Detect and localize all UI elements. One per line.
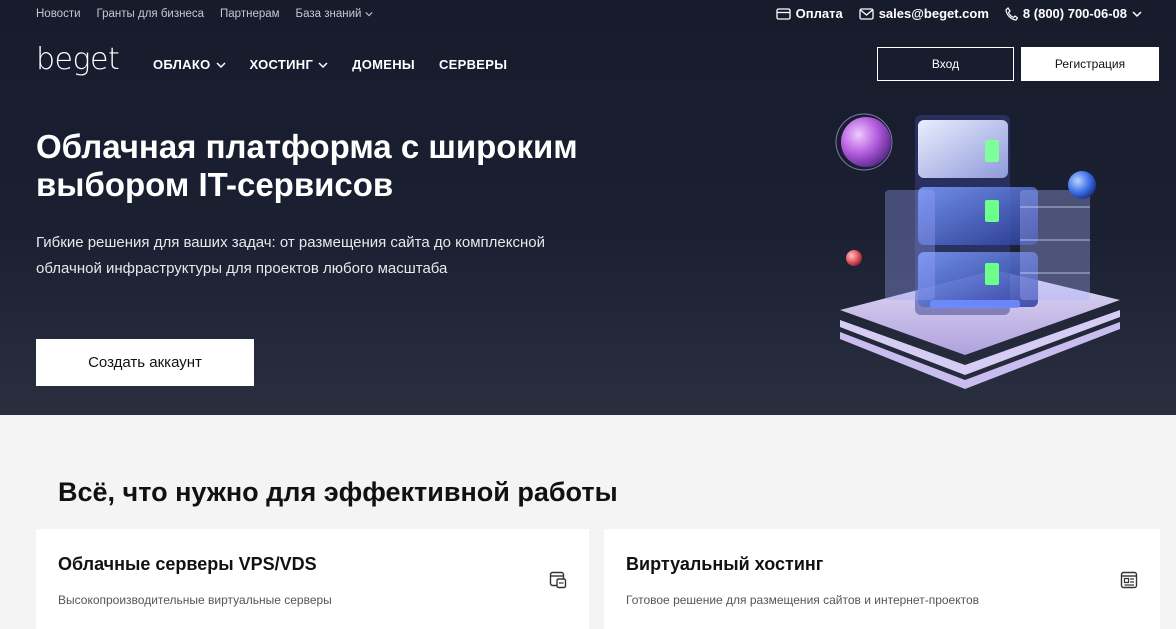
phone-link[interactable]: 8 (800) 700-06-08 [1005, 6, 1142, 21]
top-contacts: Оплата sales@beget.com 8 (800) 700-06-08 [760, 6, 1142, 21]
card-title: Облачные серверы VPS/VDS [58, 554, 317, 574]
nav-item-domains[interactable]: ДОМЕНЫ [352, 57, 415, 72]
hero-section: Новости Гранты для бизнеса Партнерам Баз… [0, 0, 1176, 415]
register-button[interactable]: Регистрация [1021, 47, 1159, 81]
chevron-down-icon [365, 12, 374, 17]
server-window-icon [549, 571, 567, 589]
nav-item-hosting[interactable]: ХОСТИНГ [250, 57, 329, 72]
nav-item-label: ОБЛАКО [153, 57, 211, 72]
card-description: Готовое решение для размещения сайтов и … [626, 593, 980, 607]
chevron-down-icon [215, 61, 226, 68]
payment-label: Оплата [795, 6, 843, 21]
hero-title-line: Облачная платформа с широким [36, 128, 578, 165]
top-links: Новости Гранты для бизнеса Партнерам Баз… [36, 8, 389, 20]
card-vps[interactable]: Облачные серверы VPS/VDS Высокопроизводи… [36, 529, 589, 629]
hero-title: Облачная платформа с широким выбором IT-… [36, 128, 636, 204]
main-nav: ОБЛАКО ХОСТИНГ ДОМЕНЫ СЕРВЕРЫ [153, 57, 531, 72]
nav-item-cloud[interactable]: ОБЛАКО [153, 57, 226, 72]
mail-icon [859, 7, 874, 20]
top-link-news[interactable]: Новости [36, 8, 81, 20]
beget-logo[interactable]: beget [36, 42, 120, 77]
hero-subtitle-line: облачной инфраструктуры для проектов люб… [36, 260, 448, 277]
main-navbar: beget ОБЛАКО ХОСТИНГ ДОМЕНЫ СЕРВЕРЫ Вход… [0, 40, 1176, 88]
chevron-down-icon [1132, 10, 1142, 17]
phone-icon [1005, 6, 1018, 21]
hero-title-line: выбором IT-сервисов [36, 166, 394, 203]
top-link-knowledge-base[interactable]: База знаний [296, 8, 374, 20]
card-hosting[interactable]: Виртуальный хостинг Готовое решение для … [604, 529, 1160, 629]
features-section: Всё, что нужно для эффективной работы Об… [0, 415, 1176, 629]
nav-item-servers[interactable]: СЕРВЕРЫ [439, 57, 507, 72]
nav-item-label: ХОСТИНГ [249, 57, 314, 72]
top-link-partners[interactable]: Партнерам [220, 8, 280, 20]
email-link[interactable]: sales@beget.com [859, 6, 989, 21]
server-stack-illustration [835, 113, 1120, 389]
knowledge-base-label: База знаний [295, 8, 362, 20]
create-account-button[interactable]: Создать аккаунт [36, 339, 254, 386]
features-title: Всё, что нужно для эффективной работы [58, 477, 618, 507]
chevron-down-icon [318, 61, 328, 68]
top-link-grants[interactable]: Гранты для бизнеса [97, 8, 204, 20]
browser-icon [1120, 571, 1138, 589]
login-button[interactable]: Вход [877, 47, 1014, 81]
email-label: sales@beget.com [878, 6, 989, 21]
top-bar: Новости Гранты для бизнеса Партнерам Баз… [0, 0, 1176, 28]
phone-label: 8 (800) 700-06-08 [1022, 6, 1127, 21]
card-title: Виртуальный хостинг [626, 554, 824, 574]
card-icon [775, 7, 791, 20]
hero-subtitle: Гибкие решения для ваших задач: от разме… [36, 230, 596, 282]
hero-subtitle-line: Гибкие решения для ваших задач: от разме… [36, 234, 545, 251]
payment-link[interactable]: Оплата [775, 6, 843, 21]
card-description: Высокопроизводительные виртуальные серве… [58, 593, 332, 607]
